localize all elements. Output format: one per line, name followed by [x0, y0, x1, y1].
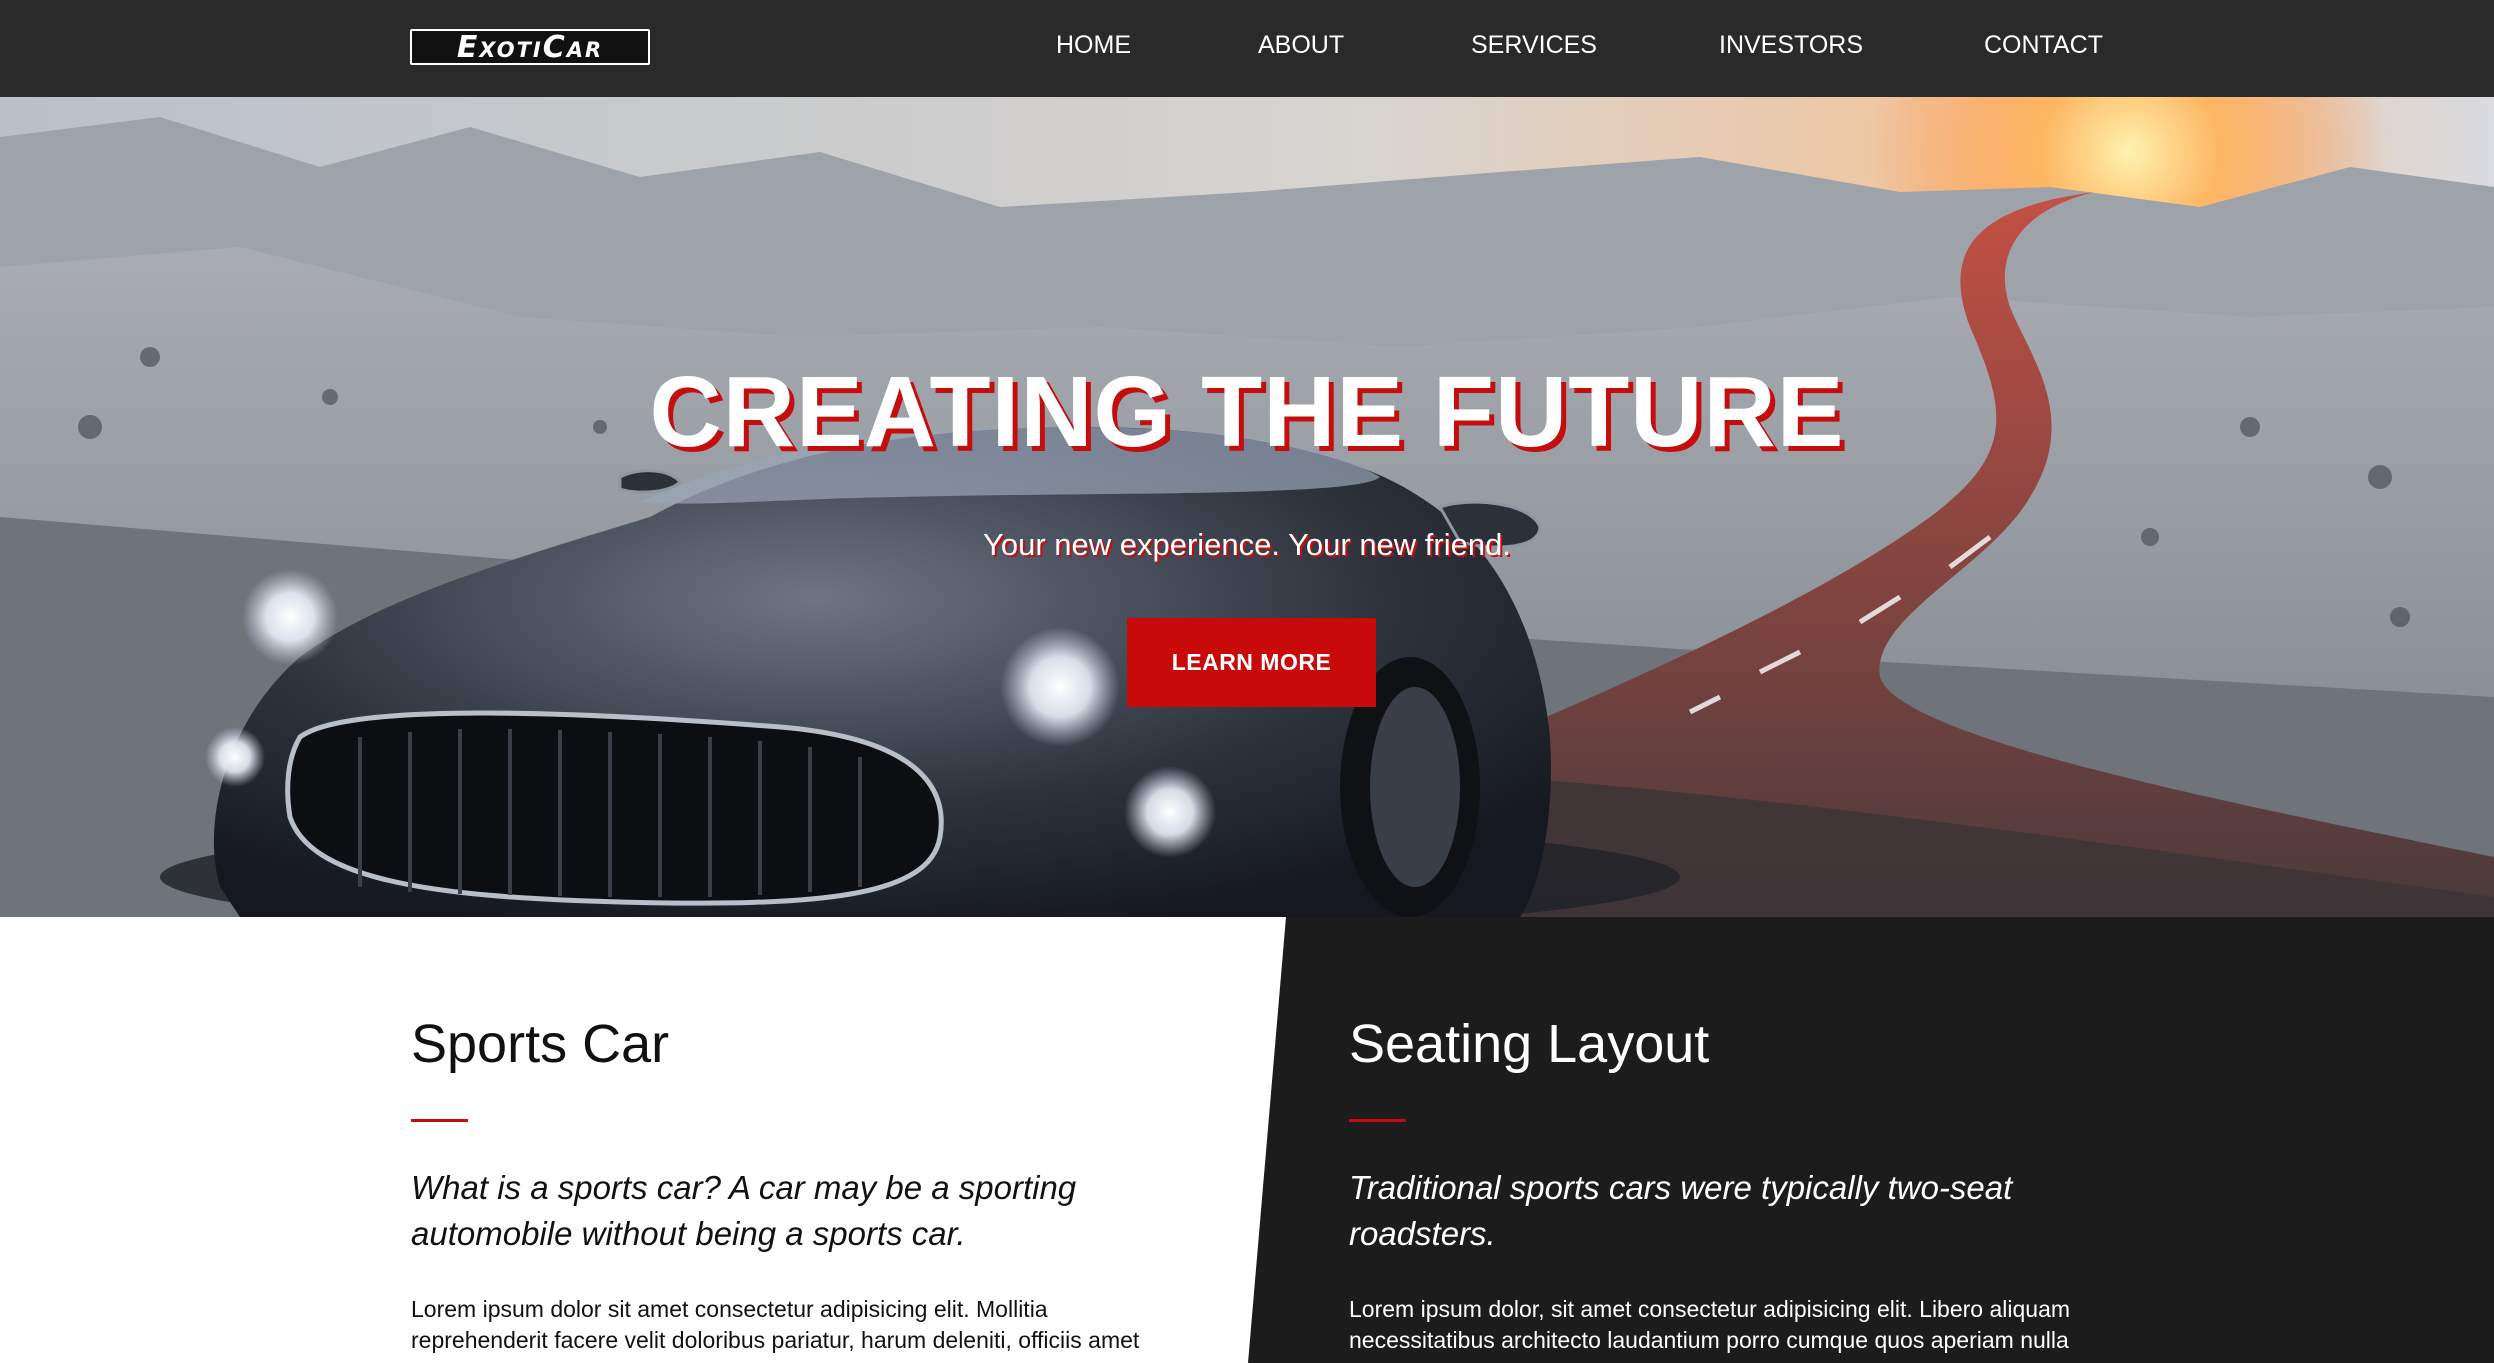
hero-subtitle: Your new experience. Your new friend.: [983, 527, 1511, 562]
main-nav: HOME ABOUT SERVICES INVESTORS CONTACT: [0, 0, 2494, 97]
sports-car-heading: Sports Car: [411, 1014, 670, 1074]
nav-link-contact[interactable]: CONTACT: [1984, 31, 2103, 60]
seating-layout-lead: Traditional sports cars were typically t…: [1349, 1169, 2013, 1252]
accent-divider: [1349, 1119, 1406, 1122]
seating-layout-heading: Seating Layout: [1349, 1014, 1710, 1074]
seating-layout-body: Lorem ipsum dolor, sit amet consectetur …: [1349, 1296, 2071, 1353]
nav-link-home[interactable]: HOME: [1056, 31, 1131, 60]
nav-link-services[interactable]: SERVICES: [1471, 31, 1597, 60]
features-section: Sports Car What is a sports car? A car m…: [0, 917, 2494, 1363]
accent-divider: [411, 1119, 468, 1122]
sports-car-lead: What is a sports car? A car may be a spo…: [411, 1169, 1077, 1252]
hero-title: CREATING THE FUTURE: [649, 356, 1845, 468]
hero-background-image: [0, 97, 2494, 917]
nav-link-investors[interactable]: INVESTORS: [1719, 31, 1863, 60]
dark-diagonal-panel: [1248, 917, 2494, 1363]
sports-car-body: Lorem ipsum dolor sit amet consectetur a…: [411, 1296, 1140, 1353]
site-header: ExotiCar HOME ABOUT SERVICES INVESTORS C…: [0, 0, 2494, 97]
nav-link-about[interactable]: ABOUT: [1258, 31, 1344, 60]
learn-more-button[interactable]: LEARN MORE: [1127, 618, 1376, 707]
hero-section: CREATING THE FUTURE Your new experience.…: [0, 97, 2494, 917]
